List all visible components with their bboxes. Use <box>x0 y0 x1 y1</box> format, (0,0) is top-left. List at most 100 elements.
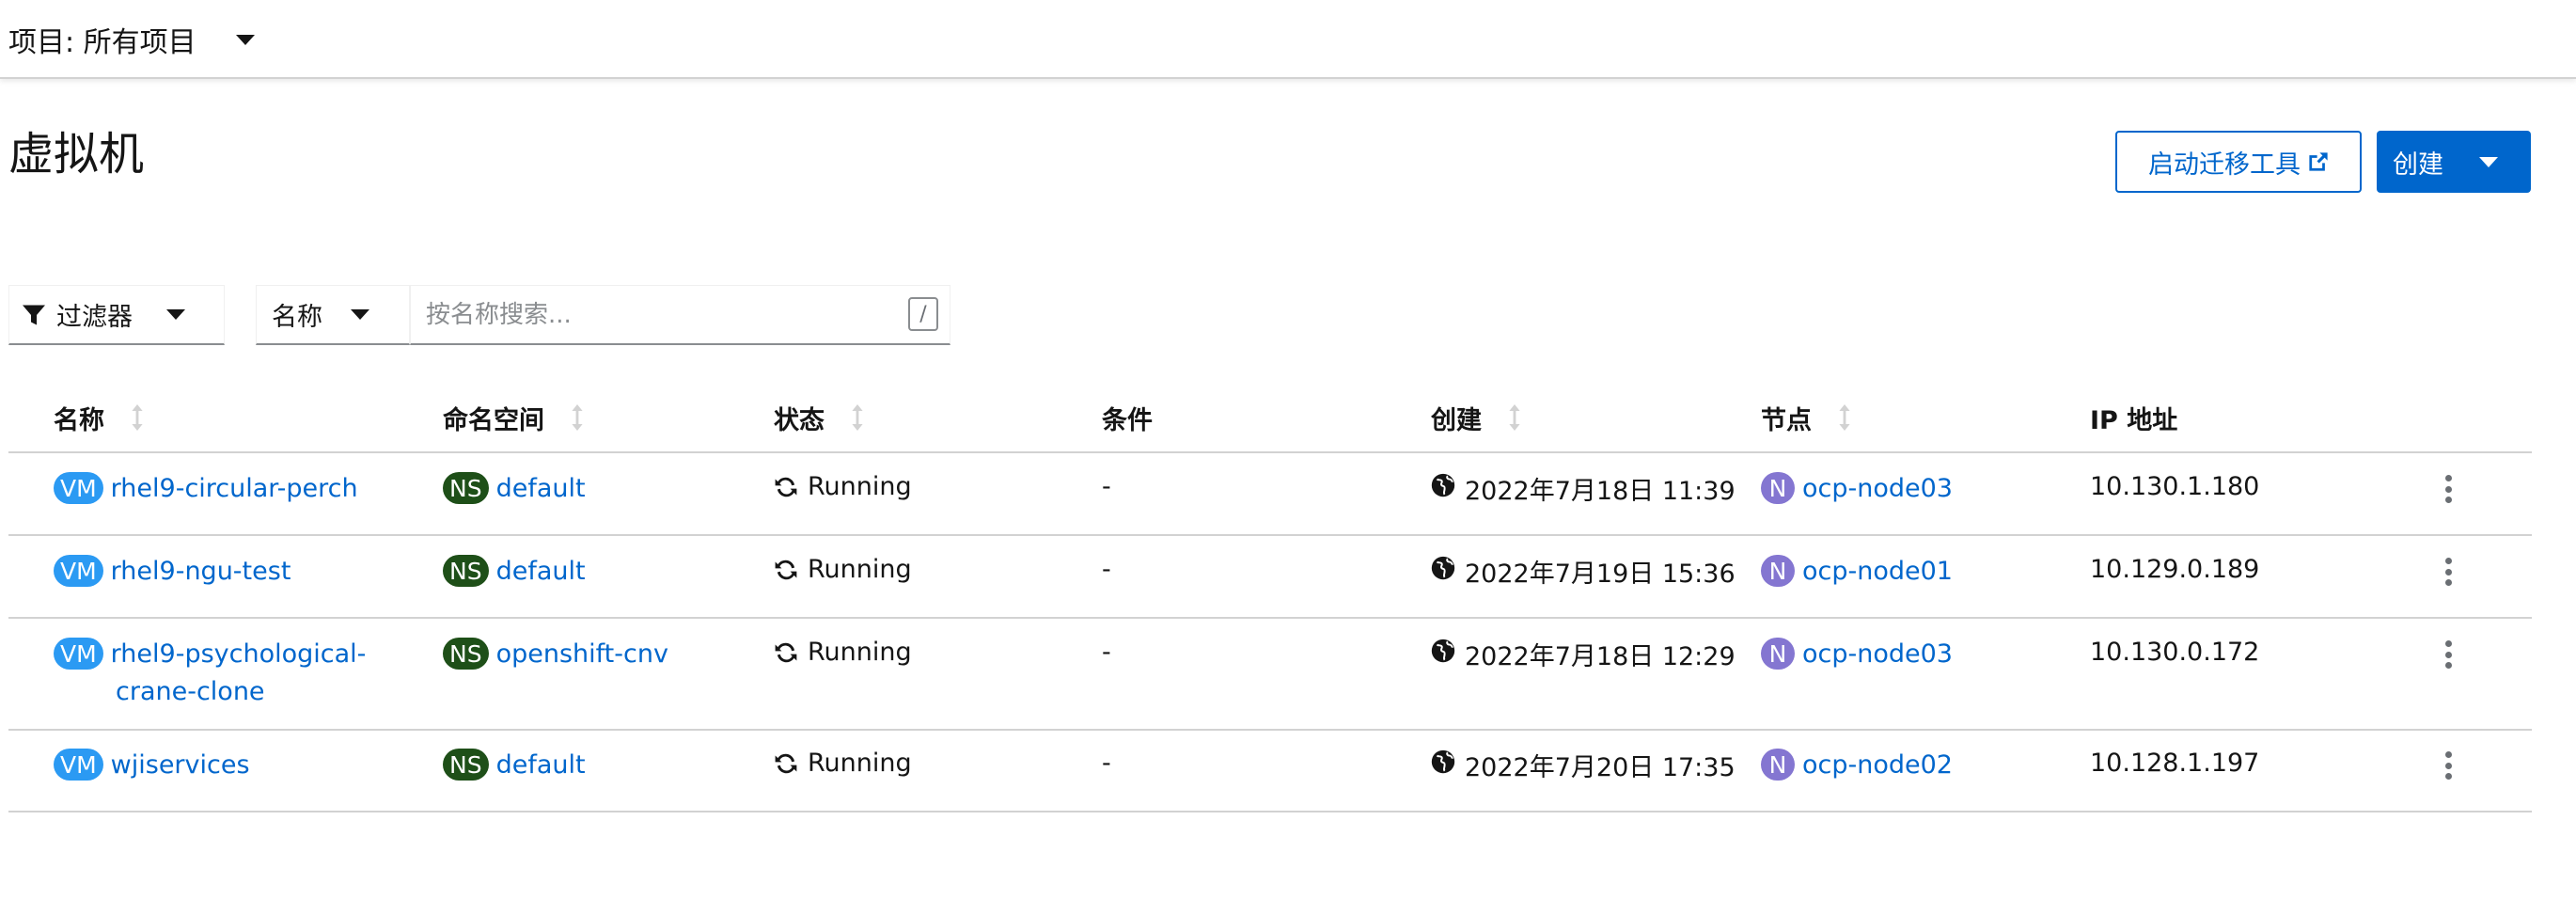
sort-icon <box>1509 404 1520 431</box>
row-actions-kebab[interactable] <box>2439 747 2458 784</box>
node-badge: N <box>1761 638 1795 670</box>
vm-badge: VM <box>54 638 103 670</box>
search-input[interactable] <box>410 285 950 345</box>
ip-cell: 10.130.1.180 <box>2090 472 2260 501</box>
project-selector[interactable]: 项目: 所有项目 <box>8 19 255 60</box>
node-cell: N ocp-node01 <box>1761 555 1953 587</box>
created-cell: 2022年7月19日 15:36 <box>1431 553 1736 590</box>
column-header-label: 节点 <box>1761 405 1812 435</box>
sync-icon <box>775 642 797 662</box>
column-header-label: 命名空间 <box>443 405 544 435</box>
node-link[interactable]: ocp-node03 <box>1802 474 1953 503</box>
node-cell: N ocp-node03 <box>1761 472 1953 504</box>
column-header-created[interactable]: 创建 <box>1431 401 1521 435</box>
sort-icon <box>1839 404 1850 431</box>
vm-name-cell: VM wjiservices <box>54 749 250 781</box>
created-cell: 2022年7月20日 17:35 <box>1431 747 1736 783</box>
vm-name-link[interactable]: wjiservices <box>111 750 250 780</box>
keyboard-shortcut-hint: / <box>908 297 938 331</box>
column-header-status[interactable]: 状态 <box>774 401 864 435</box>
caret-down-icon <box>235 34 255 45</box>
namespace-link[interactable]: openshift-cnv <box>496 639 668 669</box>
vm-name-link[interactable]: rhel9-circular-perch <box>111 474 358 503</box>
namespace-link[interactable]: default <box>496 557 586 586</box>
row-actions-kebab[interactable] <box>2439 636 2458 673</box>
sort-icon <box>572 404 583 431</box>
caret-down-icon <box>351 309 369 320</box>
divider <box>8 811 2532 812</box>
conditions-cell: - <box>1102 749 1111 778</box>
column-header-label: 状态 <box>774 405 825 435</box>
node-link[interactable]: ocp-node03 <box>1802 639 1953 669</box>
ns-badge: NS <box>443 555 489 587</box>
ip-cell: 10.130.0.172 <box>2090 638 2260 667</box>
status-text: Running <box>808 472 912 501</box>
created-timestamp: 2022年7月18日 11:39 <box>1465 477 1736 506</box>
column-header-namespace[interactable]: 命名空间 <box>443 401 584 435</box>
filter-dropdown[interactable]: 过滤器 <box>8 285 225 345</box>
status-text: Running <box>808 638 912 667</box>
ip-cell: 10.129.0.189 <box>2090 555 2260 584</box>
ns-badge: NS <box>443 472 489 504</box>
namespace-link[interactable]: default <box>496 750 586 780</box>
project-selector-label: 项目: 所有项目 <box>8 26 196 59</box>
column-header-ip: IP 地址 <box>2090 401 2177 435</box>
created-cell: 2022年7月18日 12:29 <box>1431 636 1736 672</box>
vm-name-link-continued[interactable]: crane-clone <box>116 677 265 706</box>
row-actions-kebab[interactable] <box>2439 470 2458 508</box>
vm-name-cell: VM rhel9-psychological- <box>54 638 366 670</box>
created-timestamp: 2022年7月19日 15:36 <box>1465 560 1736 589</box>
ns-badge: NS <box>443 638 489 670</box>
vm-name-link[interactable]: rhel9-ngu-test <box>111 557 291 586</box>
page-title: 虚拟机 <box>8 128 145 181</box>
sort-icon <box>852 404 863 431</box>
launch-migration-tool-button[interactable]: 启动迁移工具 <box>2115 131 2362 193</box>
namespace-cell: NS default <box>443 555 586 587</box>
divider <box>8 617 2532 619</box>
namespace-cell: NS default <box>443 749 586 781</box>
vm-badge: VM <box>54 472 103 504</box>
sync-icon <box>775 753 797 773</box>
divider <box>8 451 2532 453</box>
node-cell: N ocp-node02 <box>1761 749 1953 781</box>
globe-icon <box>1431 639 1455 662</box>
column-header-conditions: 条件 <box>1102 401 1153 435</box>
status-text: Running <box>808 749 912 778</box>
status-cell: Running <box>774 638 912 667</box>
attribute-dropdown[interactable]: 名称 <box>256 285 410 345</box>
caret-down-icon <box>166 309 185 320</box>
column-header-node[interactable]: 节点 <box>1761 401 1851 435</box>
column-header-label: 条件 <box>1102 405 1153 435</box>
created-timestamp: 2022年7月18日 12:29 <box>1465 642 1736 671</box>
status-cell: Running <box>774 555 912 584</box>
created-timestamp: 2022年7月20日 17:35 <box>1465 753 1736 782</box>
column-header-name[interactable]: 名称 <box>54 401 144 435</box>
caret-down-icon <box>2479 156 2498 167</box>
node-badge: N <box>1761 472 1795 504</box>
node-badge: N <box>1761 555 1795 587</box>
status-cell: Running <box>774 749 912 778</box>
node-link[interactable]: ocp-node01 <box>1802 557 1953 586</box>
node-badge: N <box>1761 749 1795 781</box>
globe-icon <box>1431 749 1455 773</box>
conditions-cell: - <box>1102 638 1111 667</box>
namespace-link[interactable]: default <box>496 474 586 503</box>
project-bar: 项目: 所有项目 <box>0 0 2576 79</box>
node-link[interactable]: ocp-node02 <box>1802 750 1953 780</box>
conditions-cell: - <box>1102 555 1111 584</box>
launch-migration-tool-label: 启动迁移工具 <box>2148 150 2301 180</box>
created-cell: 2022年7月18日 11:39 <box>1431 470 1736 507</box>
status-cell: Running <box>774 472 912 501</box>
sync-icon <box>775 477 797 497</box>
filter-icon <box>23 305 45 324</box>
column-header-label: 创建 <box>1431 405 1482 435</box>
conditions-cell: - <box>1102 472 1111 501</box>
vm-badge: VM <box>54 749 103 781</box>
row-actions-kebab[interactable] <box>2439 553 2458 591</box>
globe-icon <box>1431 473 1455 497</box>
sort-icon <box>132 404 143 431</box>
vm-name-link[interactable]: rhel9-psychological- <box>111 639 367 669</box>
create-button[interactable]: 创建 <box>2377 131 2531 193</box>
vm-name-cell: VM rhel9-circular-perch <box>54 472 358 504</box>
ip-cell: 10.128.1.197 <box>2090 749 2260 778</box>
